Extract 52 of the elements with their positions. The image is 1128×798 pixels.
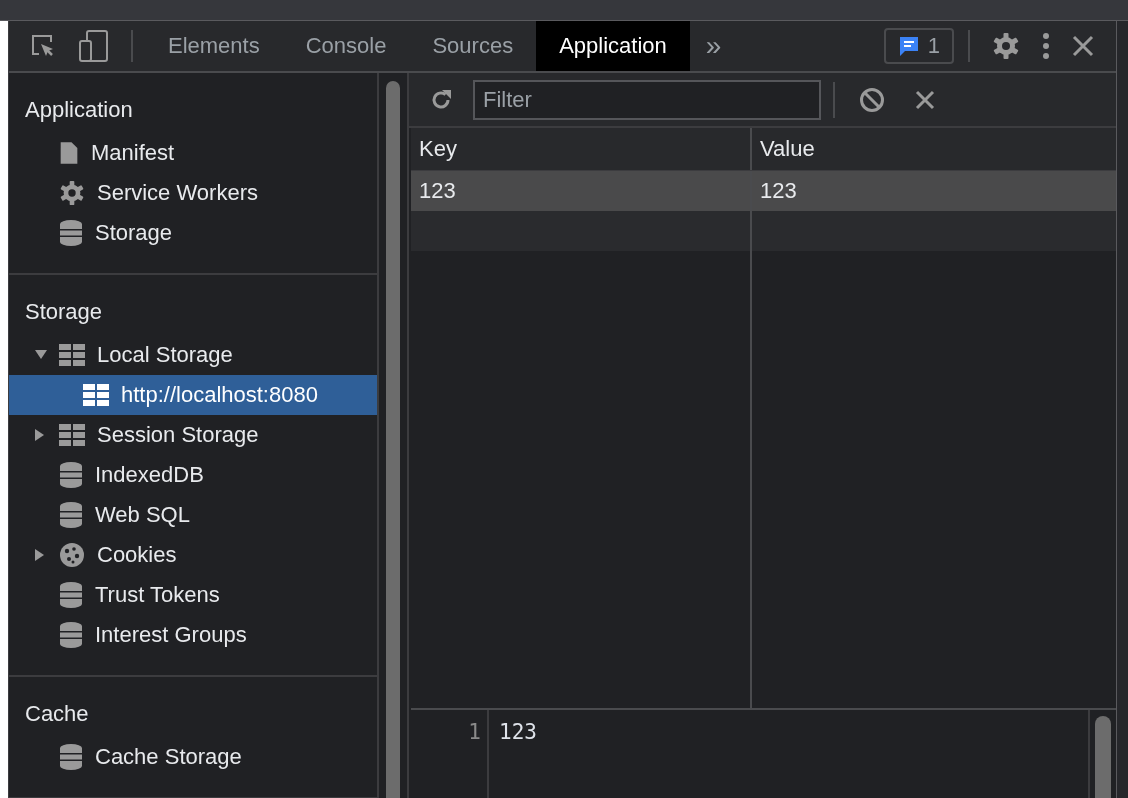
tree-item[interactable]: Service Workers: [9, 173, 377, 213]
tree-item[interactable]: Interest Groups: [9, 615, 377, 655]
preview-value: 123: [499, 720, 537, 744]
delete-selected-icon[interactable]: [915, 89, 935, 110]
cookie-icon: [59, 542, 85, 568]
scrollbar-thumb[interactable]: [386, 81, 400, 798]
database-icon: [59, 462, 83, 488]
panel-tab[interactable]: Elements: [145, 21, 283, 71]
tree-item[interactable]: Trust Tokens: [9, 575, 377, 615]
gear-icon: [59, 180, 85, 206]
value-cell: 123: [760, 178, 797, 204]
tree-item[interactable]: IndexedDB: [9, 455, 377, 495]
expanded-arrow-icon[interactable]: [35, 350, 47, 360]
section-title: Cache: [24, 700, 90, 728]
scrollbar-thumb[interactable]: [1095, 716, 1111, 798]
close-icon[interactable]: [1072, 35, 1094, 57]
panel-tab[interactable]: Application: [536, 21, 690, 71]
tree-item[interactable]: http://localhost:8080: [9, 375, 377, 415]
database-icon: [59, 220, 83, 246]
tree-item[interactable]: Session Storage: [9, 415, 377, 455]
more-tabs-button[interactable]: »: [689, 30, 738, 62]
collapsed-arrow-icon[interactable]: [35, 549, 45, 561]
database-icon: [59, 744, 83, 770]
database-icon: [59, 622, 83, 648]
tree-item[interactable]: Cookies: [9, 535, 377, 575]
file-icon: [59, 140, 79, 166]
device-toolbar-icon[interactable]: [79, 30, 109, 62]
table-icon: [59, 344, 85, 366]
database-icon: [59, 582, 83, 608]
issues-button[interactable]: 1: [883, 28, 954, 64]
tree-item[interactable]: Manifest: [9, 133, 377, 173]
filter-field[interactable]: Filter: [473, 79, 821, 120]
section-title: Application: [24, 96, 134, 124]
message-icon: [897, 35, 920, 57]
collapsed-arrow-icon[interactable]: [35, 429, 45, 441]
column-header[interactable]: Value: [752, 128, 1116, 170]
line-number: 1: [468, 720, 481, 744]
section-title: Storage: [24, 298, 104, 326]
clear-all-icon[interactable]: [859, 86, 885, 113]
tree-item[interactable]: Storage: [9, 213, 377, 253]
panel-tab[interactable]: Sources: [409, 21, 537, 71]
table-row[interactable]: 123 123: [411, 171, 1116, 211]
tree-item[interactable]: Web SQL: [9, 495, 377, 535]
settings-icon[interactable]: [992, 32, 1020, 60]
more-options-icon[interactable]: [1042, 32, 1050, 60]
tree-item[interactable]: Cache Storage: [9, 737, 377, 777]
database-icon: [59, 502, 83, 528]
key-cell: 123: [419, 178, 456, 204]
panel-tab[interactable]: Console: [282, 21, 410, 71]
table-icon: [83, 384, 109, 406]
tree-item[interactable]: Local Storage: [9, 335, 377, 375]
table-icon: [59, 424, 85, 446]
